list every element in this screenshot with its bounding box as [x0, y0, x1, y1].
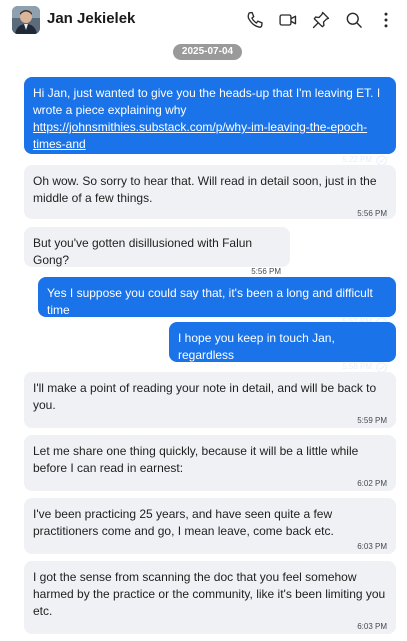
message-time: 5:56 PM [357, 209, 387, 218]
message-text: Yes I suppose you could say that, it's b… [47, 286, 373, 317]
message-text: I hope you keep in touch Jan, regardless [178, 331, 335, 362]
message-bubble-outgoing[interactable]: I hope you keep in touch Jan, regardless… [169, 322, 396, 373]
message-text: I've been practicing 25 years, and have … [33, 507, 334, 538]
message-text: Hi Jan, just wanted to give you the head… [33, 86, 381, 151]
message-bubble-incoming[interactable]: Let me share one thing quickly, because … [24, 435, 396, 491]
message-bubble-incoming[interactable]: I'll make a point of reading your note i… [24, 372, 396, 428]
contact-name[interactable]: Jan Jekielek [47, 10, 135, 28]
message-bubble-outgoing[interactable]: Yes I suppose you could say that, it's b… [38, 277, 396, 328]
message-time: 6:02 PM [357, 479, 387, 488]
message-time: 6:03 PM [357, 542, 387, 551]
chat-header: Jan Jekielek [0, 0, 407, 40]
message-text: But you've gotten disillusioned with Fal… [33, 236, 253, 267]
message-text: I'll make a point of reading your note i… [33, 381, 377, 412]
message-time: 6:03 PM [357, 622, 387, 631]
message-time: 5:59 PM [357, 416, 387, 425]
message-meta: 6:02 PM [33, 478, 387, 490]
video-call-icon[interactable] [276, 8, 300, 32]
read-receipt-icon [376, 154, 387, 166]
phone-icon[interactable] [243, 8, 267, 32]
message-text: Let me share one thing quickly, because … [33, 444, 359, 475]
pin-icon[interactable] [309, 8, 333, 32]
message-bubble-incoming[interactable]: But you've gotten disillusioned with Fal… [24, 227, 290, 276]
message-bubble-outgoing[interactable]: Hi Jan, just wanted to give you the head… [24, 77, 396, 166]
message-meta: 6:03 PM [33, 621, 387, 633]
message-meta: 5:56 PM [33, 208, 387, 220]
message-meta: 6:03 PM [33, 541, 387, 553]
more-icon[interactable] [374, 8, 398, 32]
message-text: I got the sense from scanning the doc th… [33, 570, 386, 618]
message-bubble-incoming[interactable]: I've been practicing 25 years, and have … [24, 498, 396, 554]
message-bubble-incoming[interactable]: I got the sense from scanning the doc th… [24, 561, 396, 634]
read-receipt-icon [376, 361, 387, 373]
avatar[interactable] [12, 6, 40, 34]
search-icon[interactable] [342, 8, 366, 32]
date-separator: 2025-07-04 [173, 44, 242, 60]
message-link[interactable]: https://johnsmithies.substack.com/p/why-… [33, 120, 367, 151]
message-meta: 5:59 PM [33, 415, 387, 427]
message-text: Oh wow. So sorry to hear that. Will read… [33, 174, 377, 205]
message-bubble-incoming[interactable]: Oh wow. So sorry to hear that. Will read… [24, 165, 396, 219]
